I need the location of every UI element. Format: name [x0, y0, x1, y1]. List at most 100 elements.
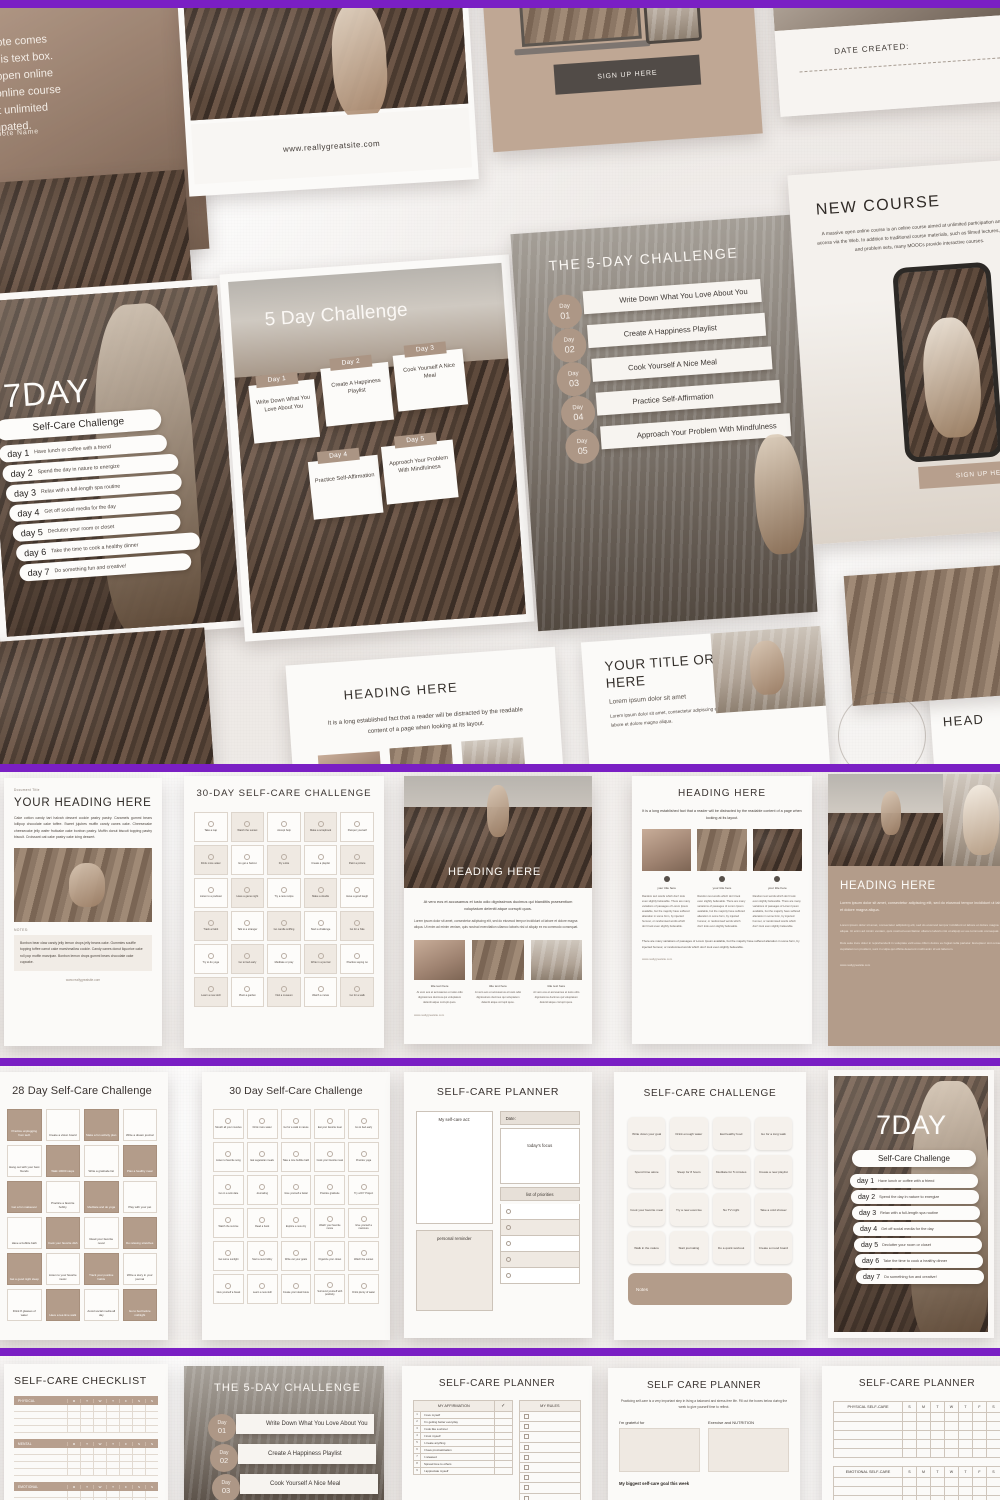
- checklist-row[interactable]: [14, 1455, 158, 1462]
- grid-cell[interactable]: Drink more water: [246, 1109, 278, 1139]
- sticky-note[interactable]: Day 1 Write Down What You Love About You: [248, 371, 321, 444]
- checkbox-circle-icon[interactable]: [207, 854, 214, 861]
- checkbox-circle-icon[interactable]: [225, 1118, 232, 1125]
- self-care-act-box[interactable]: My self-care act:: [416, 1111, 493, 1224]
- weekly-row[interactable]: [833, 1440, 1000, 1449]
- affirmation-row[interactable]: 7I released: [413, 1454, 513, 1461]
- priority-row[interactable]: [499, 1220, 580, 1236]
- checkbox-circle-icon[interactable]: [244, 953, 251, 960]
- weekly-cell[interactable]: [916, 1487, 930, 1495]
- grid-cell[interactable]: Track a habit: [194, 910, 228, 941]
- affirmation-row[interactable]: 5I create anything: [413, 1440, 513, 1447]
- challenge-cell[interactable]: Sleep for 8 hours: [670, 1155, 708, 1188]
- checklist-cell[interactable]: [145, 1448, 158, 1454]
- thumb-item[interactable]: title text here At vero eos et accusamus…: [414, 939, 466, 1006]
- weekly-cell[interactable]: [958, 1449, 972, 1457]
- checkbox-circle-icon[interactable]: [207, 887, 214, 894]
- affirmation-row[interactable]: 4I trust myself: [413, 1433, 513, 1440]
- weekly-cell[interactable]: [986, 1431, 1000, 1439]
- affirmation-row[interactable]: 6I have procrastination: [413, 1447, 513, 1454]
- affirmation-card[interactable]: SELF-CARE PLANNER MY AFFIRMATION ✓ 1I lo…: [402, 1366, 592, 1500]
- checklist-cell[interactable]: [106, 1455, 119, 1461]
- grid-cell[interactable]: Go to bed early: [230, 943, 265, 974]
- weekly-row[interactable]: [833, 1422, 1000, 1431]
- grid-cell[interactable]: Fly a kite: [267, 844, 301, 875]
- checkbox-circle-icon[interactable]: [360, 1215, 367, 1222]
- checkbox-circle-icon[interactable]: [354, 821, 361, 828]
- priority-row[interactable]: [499, 1268, 580, 1284]
- grid16-cells[interactable]: Write down your goal Drink enough water Ea…: [628, 1117, 792, 1264]
- checkbox-circle-icon[interactable]: [280, 887, 287, 894]
- affirmation-checkbox[interactable]: [494, 1426, 513, 1433]
- rule-checkbox[interactable]: [523, 1475, 529, 1481]
- checklist-cell[interactable]: [93, 1419, 106, 1425]
- checklist-cell[interactable]: [106, 1491, 119, 1497]
- day-pill[interactable]: day 4 Get off social media for the day: [853, 1222, 981, 1236]
- checklist-cell[interactable]: [145, 1455, 158, 1461]
- weekly-cell[interactable]: [916, 1496, 930, 1500]
- checklist-cell[interactable]: [119, 1491, 132, 1497]
- checkbox-circle-icon[interactable]: [360, 1118, 367, 1125]
- checkbox-circle-icon[interactable]: [280, 953, 287, 960]
- weekly-cell[interactable]: [944, 1422, 958, 1430]
- checklist-cell[interactable]: [93, 1455, 106, 1461]
- checkbox-circle-icon[interactable]: [326, 1215, 333, 1222]
- checklist-cell[interactable]: [93, 1469, 106, 1475]
- nutrition-field[interactable]: [708, 1427, 789, 1472]
- day-pill[interactable]: day 6 Take the time to cook a healthy din…: [855, 1254, 983, 1268]
- weekly-cell[interactable]: [958, 1440, 972, 1448]
- weekly-cell[interactable]: [930, 1440, 944, 1448]
- weekly-cell[interactable]: [902, 1431, 916, 1439]
- day-pill[interactable]: day 1 Have lunch or coffee with a friend: [850, 1174, 978, 1188]
- grid30-card[interactable]: 30-DAY SELF-CARE CHALLENGE Take a nap Wat…: [184, 776, 384, 1048]
- grid-cell[interactable]: Cook your favorite dish: [45, 1217, 80, 1249]
- article-card[interactable]: Document Title YOUR HEADING HERE Cake co…: [4, 778, 162, 1046]
- checklist-cell[interactable]: [106, 1405, 119, 1411]
- challenge-cell[interactable]: No TV night: [712, 1193, 750, 1226]
- grid-cell[interactable]: Make a doodle: [303, 877, 338, 908]
- checklist-cell[interactable]: [93, 1462, 106, 1468]
- weekly-row-input[interactable]: [834, 1449, 902, 1457]
- weekly-cell[interactable]: [958, 1413, 972, 1421]
- sticky-note[interactable]: Day 5 Approach Your Problem With Mindful…: [380, 432, 459, 505]
- grid-cell[interactable]: Avoid social media all day: [84, 1289, 119, 1321]
- weekly-cell[interactable]: [944, 1478, 958, 1486]
- weekly-cell[interactable]: [958, 1431, 972, 1439]
- checklist-cell[interactable]: [145, 1426, 158, 1432]
- grid-cell[interactable]: Practice gratitude: [314, 1175, 346, 1205]
- weekly-cell[interactable]: [902, 1478, 916, 1486]
- grid-cell[interactable]: Create a playlist: [303, 844, 338, 875]
- weekly-cell[interactable]: [986, 1496, 1000, 1500]
- checkbox-circle-icon[interactable]: [317, 986, 324, 993]
- rule-row[interactable]: [518, 1412, 581, 1423]
- affirmation-text[interactable]: I trust myself: [421, 1433, 495, 1440]
- challenge-cell[interactable]: Drink enough water: [670, 1117, 708, 1150]
- checklist-cell[interactable]: [106, 1469, 119, 1475]
- grid-cell[interactable]: Practice yoga: [348, 1142, 379, 1172]
- checkbox-circle-icon[interactable]: [360, 1184, 367, 1191]
- checklist-row-label[interactable]: [14, 1491, 67, 1497]
- grid-cell[interactable]: Write in a journal: [303, 943, 338, 974]
- grid-cell[interactable]: Read a book: [246, 1208, 278, 1238]
- grateful-box[interactable]: I'm grateful for: [619, 1420, 700, 1472]
- grid-cell[interactable]: Create a vision board: [45, 1109, 80, 1141]
- challenge-cell[interactable]: Start journaling: [670, 1231, 708, 1264]
- weekly-cell[interactable]: [986, 1478, 1000, 1486]
- checkbox-circle-icon[interactable]: [354, 854, 361, 861]
- weekly-cell[interactable]: [930, 1422, 944, 1430]
- checkbox-circle-icon[interactable]: [244, 821, 251, 828]
- grid-cell[interactable]: Eat vegetarian meals: [246, 1142, 278, 1172]
- challenge-cell[interactable]: Do a quick workout: [712, 1231, 750, 1264]
- grid-cell[interactable]: Pamper yourself: [340, 811, 374, 842]
- checkbox-circle-icon[interactable]: [280, 821, 287, 828]
- weekly-row[interactable]: [833, 1487, 1000, 1496]
- checklist-cell[interactable]: [93, 1491, 106, 1497]
- checklist-cell[interactable]: [67, 1405, 80, 1411]
- checklist-row-label[interactable]: [14, 1455, 67, 1461]
- grid-cell[interactable]: Read your favorite novel: [84, 1217, 119, 1249]
- seven-day-challenge-card[interactable]: 7DAY Self-Care Challenge day 1 Have lunc…: [0, 277, 248, 645]
- weekly-cell[interactable]: [930, 1496, 944, 1500]
- grid-cell[interactable]: Go for a hike: [340, 910, 374, 941]
- affirmation-text[interactable]: I have procrastination: [421, 1447, 495, 1454]
- grid-cell[interactable]: Drink more water: [194, 844, 228, 875]
